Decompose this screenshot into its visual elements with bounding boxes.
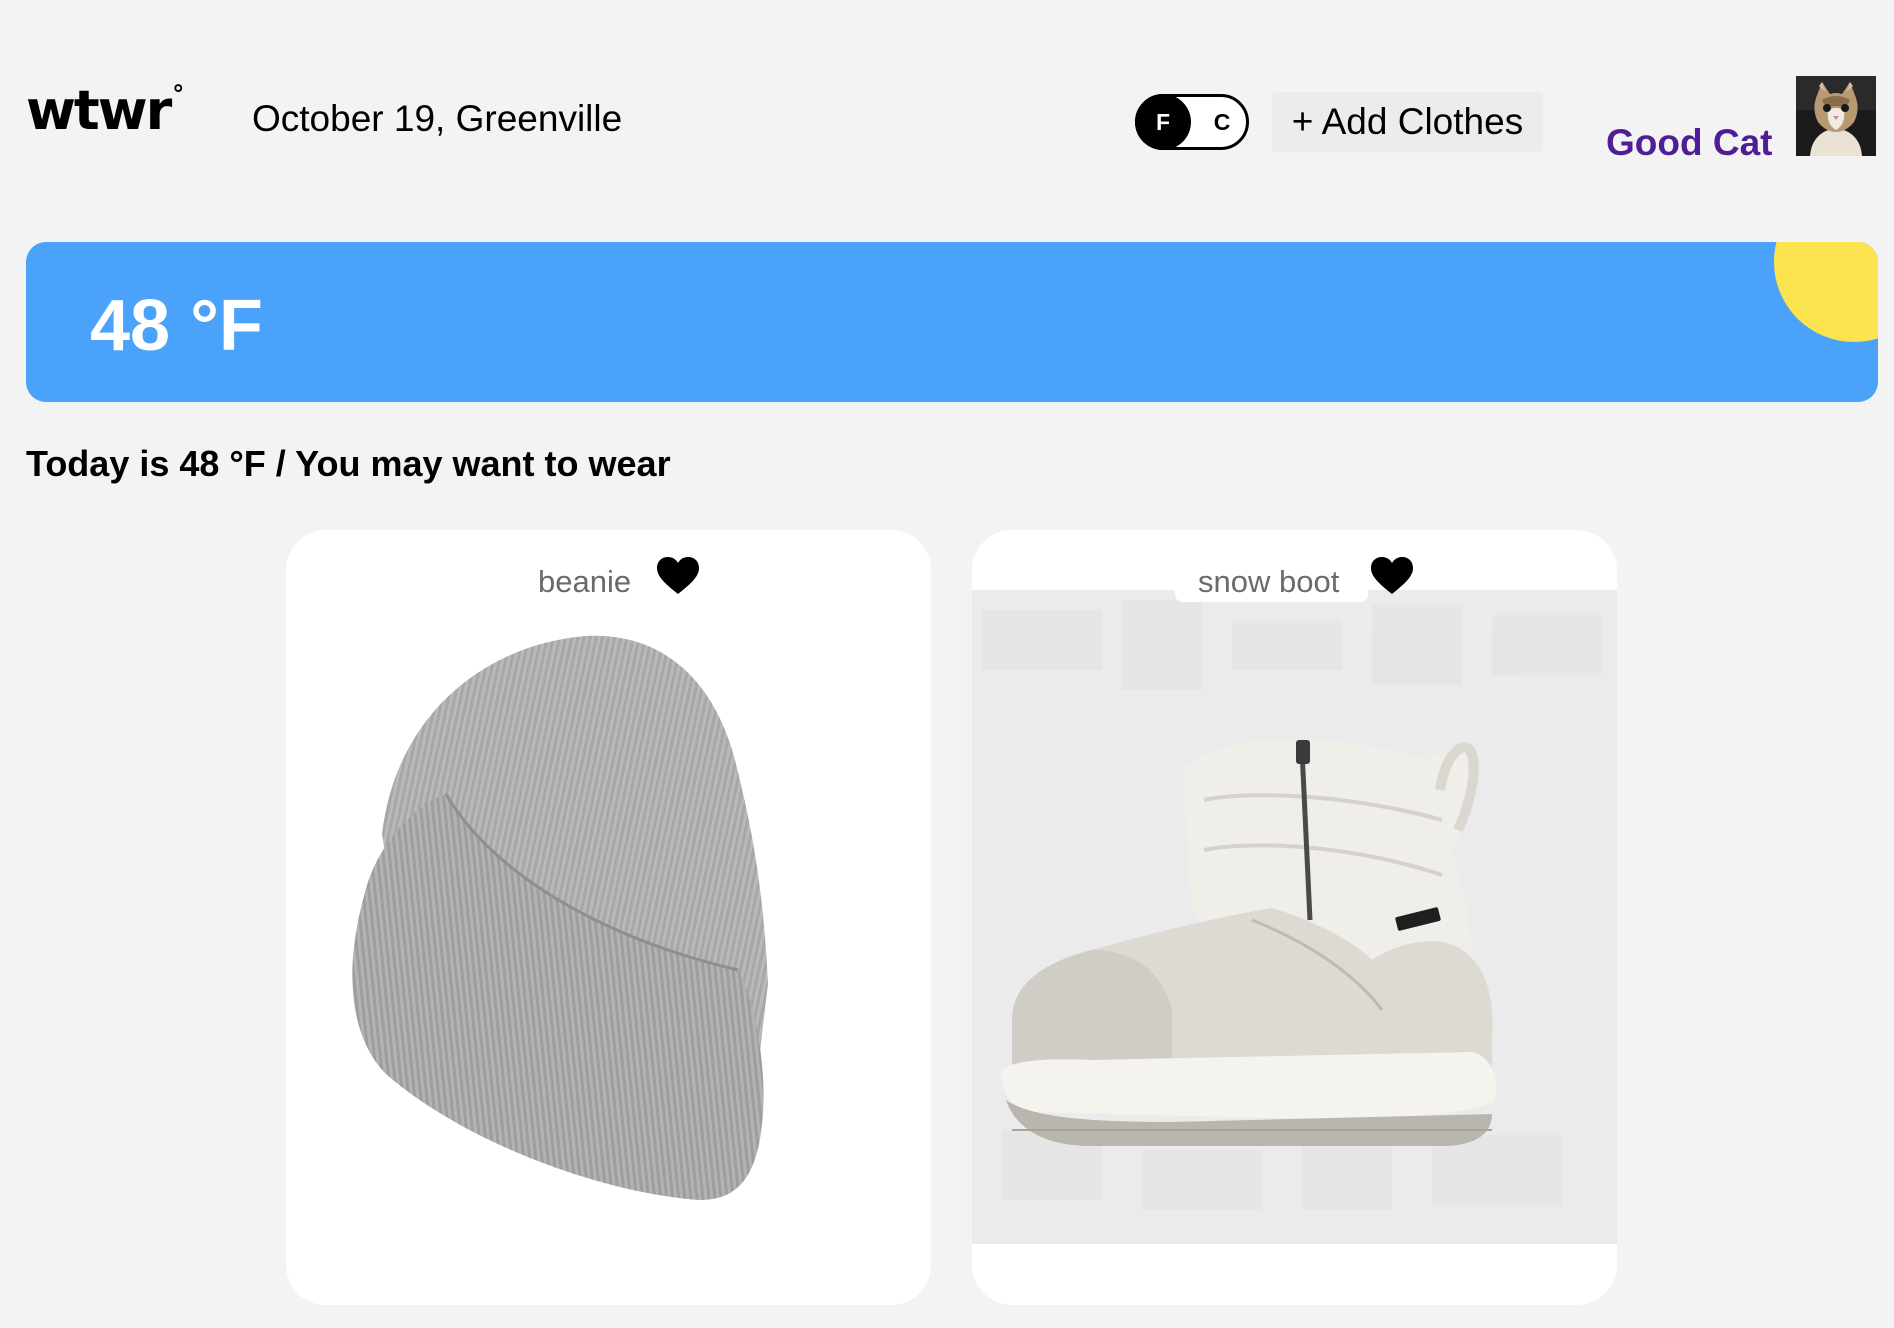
temperature-unit-toggle[interactable]: F C xyxy=(1135,94,1249,150)
logo[interactable]: wtwr° xyxy=(26,82,184,138)
add-clothes-button[interactable]: + Add Clothes xyxy=(1272,92,1543,152)
clothing-card[interactable]: snow boot xyxy=(972,530,1617,1305)
card-label-row: beanie xyxy=(286,530,931,604)
toggle-option-f[interactable]: F xyxy=(1151,109,1175,135)
page: wtwr° October 19, Greenville F C + Add C… xyxy=(0,0,1894,1328)
weather-banner: 48 °F xyxy=(26,242,1878,402)
date-location: October 19, Greenville xyxy=(252,98,623,139)
item-name: beanie xyxy=(538,564,632,599)
header: wtwr° October 19, Greenville F C + Add C… xyxy=(0,0,1894,200)
heart-icon[interactable] xyxy=(1370,556,1414,596)
clothing-card[interactable]: beanie xyxy=(286,530,931,1305)
cat-avatar-icon[interactable] xyxy=(1796,76,1876,156)
beanie-image[interactable] xyxy=(286,604,931,1284)
temperature-display: 48 °F xyxy=(90,286,263,366)
toggle-option-c[interactable]: C xyxy=(1210,109,1234,135)
item-name: snow boot xyxy=(1198,564,1340,599)
snow-boot-image[interactable] xyxy=(972,590,1617,1244)
clothing-suggestion-heading: Today is 48 °F / You may want to wear xyxy=(26,443,671,484)
username[interactable]: Good Cat xyxy=(1606,124,1772,161)
heart-icon[interactable] xyxy=(656,556,700,596)
sun-icon xyxy=(1774,242,1878,342)
